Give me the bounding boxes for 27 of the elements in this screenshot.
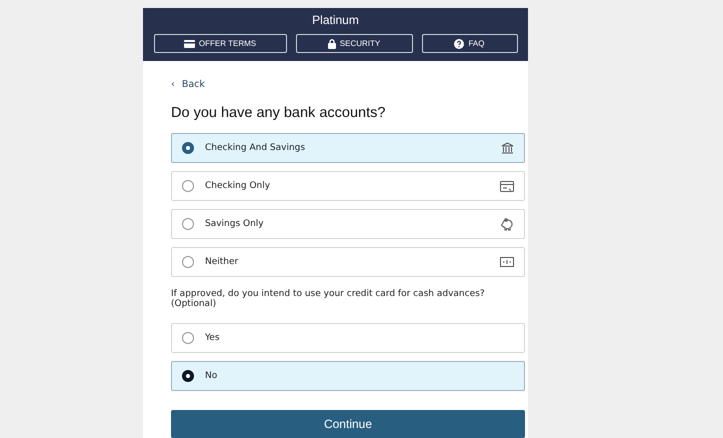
option-button[interactable]: No <box>171 361 525 391</box>
card-title: Platinum <box>312 13 359 27</box>
header-button[interactable]: SECURITY <box>296 34 412 53</box>
radio-button[interactable] <box>182 180 194 192</box>
header-button[interactable]: FAQ <box>422 34 518 53</box>
option-button[interactable]: Yes <box>171 323 525 353</box>
help-icon <box>454 38 464 48</box>
bank-icon <box>501 142 514 154</box>
option-button[interactable]: Savings Only <box>171 209 525 239</box>
option-button[interactable]: Neither <box>171 247 525 277</box>
header-button[interactable]: OFFER TERMS <box>154 34 286 53</box>
radio-button[interactable] <box>182 370 194 382</box>
back-link[interactable]: ‹ Back <box>171 79 205 93</box>
radio-button[interactable] <box>182 142 194 154</box>
card-icon <box>500 180 514 192</box>
question-text: If approved, do you intend to use your credit card for cash advances? (Optional) <box>171 289 486 309</box>
option-button[interactable]: Checking And Savings <box>171 133 525 163</box>
lock-icon <box>328 38 336 48</box>
radio-button[interactable] <box>182 218 194 230</box>
option-button[interactable]: Checking Only <box>171 171 525 201</box>
question-heading: Do you have any bank accounts? <box>171 105 386 121</box>
card-icon <box>184 40 195 48</box>
continue-button[interactable]: Continue <box>171 410 525 438</box>
piggy-bank-icon <box>500 218 514 230</box>
radio-button[interactable] <box>182 256 194 268</box>
radio-button[interactable] <box>182 332 194 344</box>
banknote-icon <box>500 257 514 267</box>
